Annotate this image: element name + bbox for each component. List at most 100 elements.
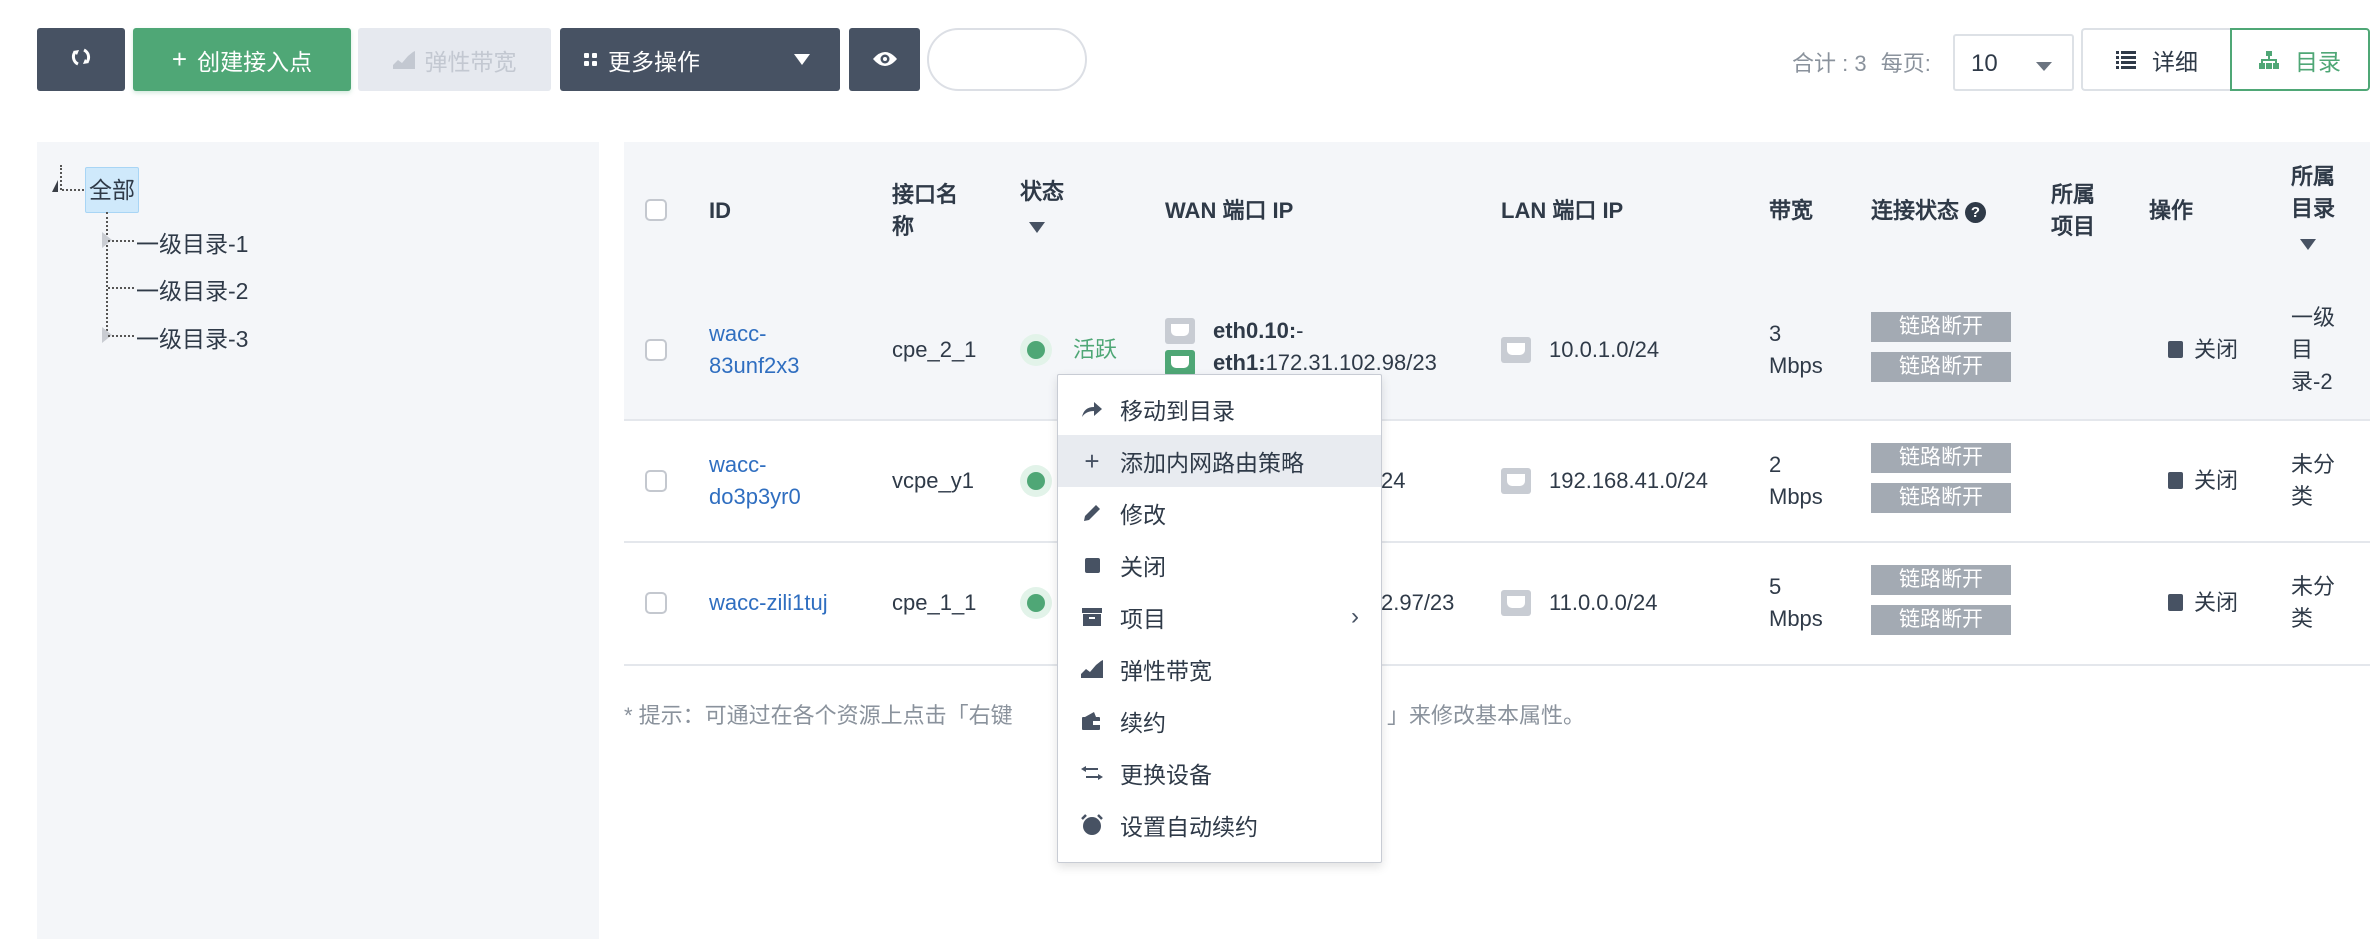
row-id-link[interactable]: wacc- do3p3yr0	[709, 449, 801, 513]
more-actions-label: 更多操作	[608, 48, 700, 75]
status-dot-icon	[1027, 472, 1045, 490]
row-lan-ip: 11.0.0.0/24	[1549, 590, 1658, 615]
header-interface-name[interactable]: 接口名 称	[892, 179, 958, 243]
row-directory: 未分 类	[2291, 571, 2335, 635]
row-checkbox[interactable]	[645, 339, 667, 361]
connection-status-badge: 链路断开	[1871, 443, 2011, 473]
status-dot-icon	[1027, 341, 1045, 359]
header-text: 连接状态	[1871, 198, 1960, 223]
pagination-summary: 合计 : 3 每页:	[1792, 46, 1931, 78]
directory-text: 录-2	[2291, 369, 2333, 394]
menu-item-edit[interactable]: 修改	[1058, 487, 1381, 539]
menu-item-move-to-directory[interactable]: 移动到目录	[1058, 383, 1381, 435]
area-chart-icon	[392, 50, 415, 69]
filter-caret-icon[interactable]	[1029, 222, 1045, 233]
menu-item-close[interactable]: 关闭	[1058, 539, 1381, 591]
table-row[interactable]: wacc-zili1tuj cpe_1_1 2.97/23 11.0.0.0/2…	[624, 543, 2370, 666]
row-close-action[interactable]: 关闭	[2194, 465, 2238, 497]
tree-node-all[interactable]: 全部	[85, 167, 139, 213]
row-interface-name: cpe_2_1	[892, 337, 977, 362]
connection-status-badge: 链路断开	[1871, 605, 2011, 635]
menu-item-replace-device[interactable]: 更换设备	[1058, 747, 1381, 799]
directory-text: 目	[2291, 337, 2314, 362]
header-status[interactable]: 状态	[1020, 176, 1064, 208]
directory-tree-panel	[37, 142, 599, 939]
header-text: 目录	[2291, 196, 2336, 221]
bandwidth-value: 2	[1769, 452, 1782, 477]
id-text: wacc-	[709, 452, 767, 477]
menu-item-label: 更换设备	[1120, 762, 1212, 788]
row-wan-ip-partial: 2.97/23	[1381, 590, 1455, 615]
create-access-point-label: 创建接入点	[197, 48, 313, 75]
id-text: do3p3yr0	[709, 484, 801, 509]
row-close-action[interactable]: 关闭	[2194, 587, 2238, 619]
row-close-action[interactable]: 关闭	[2194, 334, 2238, 366]
menu-item-renew[interactable]: 续约	[1058, 695, 1381, 747]
bandwidth-unit: Mbps	[1769, 353, 1823, 378]
bandwidth-unit: Mbps	[1769, 606, 1823, 631]
create-access-point-button[interactable]: + 创建接入点	[133, 28, 351, 91]
header-text: 所属	[2051, 182, 2096, 207]
plus-icon: +	[171, 44, 188, 74]
archive-icon	[1080, 608, 1104, 626]
row-id-link[interactable]: wacc- 83unf2x3	[709, 318, 800, 382]
total-count: 合计 : 3	[1792, 51, 1867, 76]
tree-node-dir-3[interactable]: 一级目录-3	[136, 320, 248, 354]
tree-expanded-icon[interactable]	[52, 180, 58, 192]
table-header: ID 接口名 称 状态 WAN 端口 IP LAN 端口 IP 带宽 连接状态?…	[624, 142, 2370, 284]
tree-connector	[108, 335, 134, 337]
stop-icon	[2168, 341, 2183, 358]
menu-item-auto-renew[interactable]: 设置自动续约	[1058, 799, 1381, 851]
tree-connector	[106, 212, 108, 335]
exchange-icon	[1080, 765, 1104, 781]
row-directory: 一级 目 录-2	[2291, 302, 2335, 398]
header-id[interactable]: ID	[709, 195, 731, 227]
row-bandwidth: 5 Mbps	[1769, 571, 1823, 635]
help-icon[interactable]: ?	[1965, 201, 1987, 223]
refresh-icon	[70, 46, 92, 74]
view-detail-button[interactable]: 详细	[2081, 28, 2231, 91]
elastic-bandwidth-button[interactable]: 弹性带宽	[358, 28, 551, 91]
tree-node-dir-1[interactable]: 一级目录-1	[136, 225, 248, 259]
ethernet-port-icon	[1501, 468, 1531, 494]
row-lan-ip: 10.0.1.0/24	[1549, 337, 1660, 362]
header-text: 所属	[2291, 164, 2336, 189]
tree-node-dir-2[interactable]: 一级目录-2	[136, 272, 248, 306]
row-status: 活跃	[1073, 337, 1118, 362]
header-project: 所属 项目	[2051, 179, 2095, 243]
per-page-select[interactable]: 10	[1953, 34, 2074, 91]
row-directory: 未分 类	[2291, 449, 2335, 513]
header-connection-status: 连接状态?	[1871, 195, 1987, 227]
menu-item-project[interactable]: 项目 ›	[1058, 591, 1381, 643]
toggle-visibility-button[interactable]	[849, 28, 920, 91]
table-row[interactable]: wacc- 83unf2x3 cpe_2_1 活跃 eth0.10:- eth1…	[624, 282, 2370, 421]
tree-connector	[62, 189, 84, 191]
context-menu: 移动到目录 + 添加内网路由策略 修改 关闭 项目 › 弹性带宽 续约 更换设备…	[1057, 374, 1382, 863]
table-row[interactable]: wacc- do3p3yr0 vcpe_y1 24 192.168.41.0/2…	[624, 421, 2370, 543]
status-dot-icon	[1027, 594, 1045, 612]
list-icon	[2116, 50, 2136, 69]
more-actions-dropdown[interactable]: 更多操作	[560, 28, 840, 91]
row-bandwidth: 3 Mbps	[1769, 318, 1823, 382]
refresh-button[interactable]	[37, 28, 125, 91]
header-directory[interactable]: 所属 目录	[2291, 161, 2335, 225]
filter-caret-icon[interactable]	[2300, 239, 2316, 250]
search-input[interactable]	[927, 28, 1087, 91]
select-all-checkbox[interactable]	[645, 199, 667, 221]
header-text: 接口名	[892, 182, 959, 207]
row-id-link[interactable]: wacc-zili1tuj	[709, 587, 828, 619]
area-chart-icon	[1080, 660, 1104, 678]
tree-connector	[108, 240, 134, 242]
menu-item-elastic-bandwidth[interactable]: 弹性带宽	[1058, 643, 1381, 695]
menu-item-label: 续约	[1120, 710, 1166, 736]
stop-icon	[2168, 594, 2183, 611]
menu-item-label: 添加内网路由策略	[1120, 450, 1304, 476]
row-interface-name: cpe_1_1	[892, 590, 977, 615]
row-checkbox[interactable]	[645, 592, 667, 614]
view-directory-button[interactable]: 目录	[2230, 28, 2370, 91]
plus-icon: +	[1084, 445, 1100, 476]
tree-connector	[108, 287, 134, 289]
menu-item-add-route-policy[interactable]: + 添加内网路由策略	[1058, 435, 1381, 487]
grid-icon	[584, 52, 598, 67]
row-checkbox[interactable]	[645, 470, 667, 492]
